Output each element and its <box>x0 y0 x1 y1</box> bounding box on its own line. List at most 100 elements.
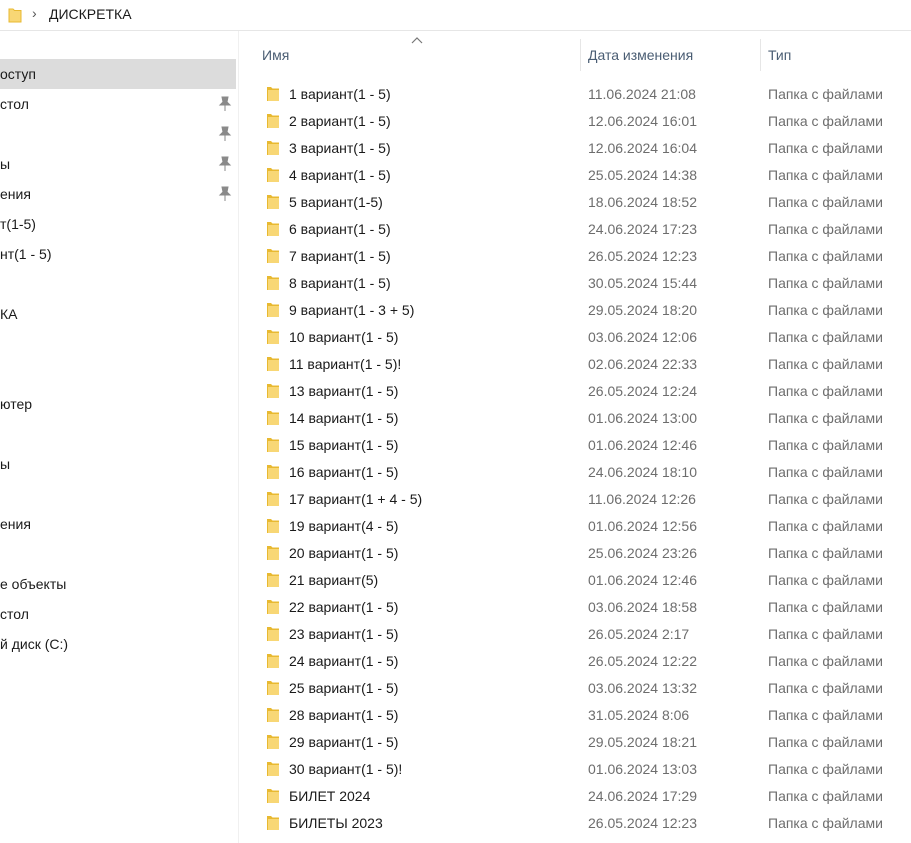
column-header-date[interactable]: Дата изменения <box>588 47 693 63</box>
file-type: Папка с файлами <box>768 653 883 669</box>
file-row[interactable]: 6 вариант(1 - 5) 24.06.2024 17:23 Папка с … <box>240 215 911 242</box>
file-date: 31.05.2024 8:06 <box>588 707 690 723</box>
nav-item[interactable]: е объекты <box>0 569 236 599</box>
file-row[interactable]: 24 вариант(1 - 5) 26.05.2024 12:22 Папка с… <box>240 647 911 674</box>
column-headers: Имя Дата изменения Тип <box>240 31 911 79</box>
file-row[interactable]: 16 вариант(1 - 5) 24.06.2024 18:10 Папка с… <box>240 458 911 485</box>
file-row[interactable]: 23 вариант(1 - 5) 26.05.2024 2:17 Папка с … <box>240 620 911 647</box>
file-row[interactable]: 13 вариант(1 - 5) 26.05.2024 12:24 Папка с… <box>240 377 911 404</box>
file-date: 24.06.2024 18:10 <box>588 464 697 480</box>
nav-item-label: стол <box>0 96 29 112</box>
file-name: 3 вариант(1 - 5) <box>289 140 391 156</box>
file-type: Папка с файлами <box>768 599 883 615</box>
folder-icon <box>267 627 279 641</box>
file-date: 12.06.2024 16:01 <box>588 113 697 129</box>
nav-item[interactable]: оступ <box>0 59 236 89</box>
column-header-type[interactable]: Тип <box>768 47 791 63</box>
nav-item[interactable]: т(1-5) <box>0 209 236 239</box>
file-type: Папка с файлами <box>768 734 883 750</box>
file-date: 26.05.2024 12:22 <box>588 653 697 669</box>
nav-item[interactable] <box>0 419 236 449</box>
folder-icon <box>267 519 279 533</box>
file-row[interactable]: 11 вариант(1 - 5)! 02.06.2024 22:33 Папка … <box>240 350 911 377</box>
file-row[interactable]: 22 вариант(1 - 5) 03.06.2024 18:58 Папка с… <box>240 593 911 620</box>
file-type: Папка с файлами <box>768 194 883 210</box>
folder-icon <box>267 789 279 803</box>
folder-icon <box>267 303 279 317</box>
nav-item[interactable] <box>0 359 236 389</box>
file-row[interactable]: 30 вариант(1 - 5)! 01.06.2024 13:03 Папка … <box>240 755 911 782</box>
file-row[interactable]: 2 вариант(1 - 5) 12.06.2024 16:01 Папка с … <box>240 107 911 134</box>
pin-icon <box>218 96 232 111</box>
pin-icon <box>218 126 232 141</box>
nav-item[interactable]: КА <box>0 299 236 329</box>
file-type: Папка с файлами <box>768 680 883 696</box>
folder-icon <box>267 600 279 614</box>
nav-item[interactable]: ы <box>0 149 236 179</box>
file-row[interactable]: 28 вариант(1 - 5) 31.05.2024 8:06 Папка с … <box>240 701 911 728</box>
file-row[interactable]: 10 вариант(1 - 5) 03.06.2024 12:06 Папка с… <box>240 323 911 350</box>
nav-item[interactable]: нт(1 - 5) <box>0 239 236 269</box>
folder-icon <box>267 195 279 209</box>
nav-item[interactable]: ения <box>0 179 236 209</box>
file-row[interactable]: 15 вариант(1 - 5) 01.06.2024 12:46 Папка с… <box>240 431 911 458</box>
file-row[interactable]: 4 вариант(1 - 5) 25.05.2024 14:38 Папка с … <box>240 161 911 188</box>
file-name: 23 вариант(1 - 5) <box>289 626 399 642</box>
file-row[interactable]: 5 вариант(1-5) 18.06.2024 18:52 Папка с фа… <box>240 188 911 215</box>
address-bar[interactable]: › ДИСКРЕТКА <box>0 0 911 31</box>
file-row[interactable]: 1 вариант(1 - 5) 11.06.2024 21:08 Папка с … <box>240 80 911 107</box>
file-name: 14 вариант(1 - 5) <box>289 410 399 426</box>
file-date: 01.06.2024 13:00 <box>588 410 697 426</box>
folder-icon <box>267 762 279 776</box>
chevron-right-icon[interactable]: › <box>32 5 37 21</box>
file-row[interactable]: 8 вариант(1 - 5) 30.05.2024 15:44 Папка с … <box>240 269 911 296</box>
nav-item[interactable]: ы <box>0 449 236 479</box>
nav-item[interactable]: стол <box>0 89 236 119</box>
folder-icon <box>267 492 279 506</box>
file-row[interactable]: 7 вариант(1 - 5) 26.05.2024 12:23 Папка с … <box>240 242 911 269</box>
column-header-name[interactable]: Имя <box>262 47 289 63</box>
file-date: 26.05.2024 12:24 <box>588 383 697 399</box>
file-name: 4 вариант(1 - 5) <box>289 167 391 183</box>
nav-item[interactable]: ютер <box>0 389 236 419</box>
file-name: БИЛЕТ 2024 <box>289 788 371 804</box>
nav-item[interactable] <box>0 269 236 299</box>
file-row[interactable]: 3 вариант(1 - 5) 12.06.2024 16:04 Папка с … <box>240 134 911 161</box>
pin-icon <box>218 186 232 201</box>
file-row[interactable]: 17 вариант(1 + 4 - 5) 11.06.2024 12:26 Пап… <box>240 485 911 512</box>
file-row[interactable]: 19 вариант(4 - 5) 01.06.2024 12:56 Папка с… <box>240 512 911 539</box>
file-row[interactable]: 14 вариант(1 - 5) 01.06.2024 13:00 Папка с… <box>240 404 911 431</box>
folder-icon <box>267 114 279 128</box>
file-type: Папка с файлами <box>768 464 883 480</box>
nav-item-label: ютер <box>0 396 33 412</box>
file-date: 26.05.2024 12:23 <box>588 248 697 264</box>
file-name: 6 вариант(1 - 5) <box>289 221 391 237</box>
column-divider[interactable] <box>760 39 761 71</box>
file-row[interactable]: 21 вариант(5) 01.06.2024 12:46 Папка с фай… <box>240 566 911 593</box>
file-type: Папка с файлами <box>768 248 883 264</box>
address-path[interactable]: ДИСКРЕТКА <box>49 6 132 22</box>
file-type: Папка с файлами <box>768 437 883 453</box>
nav-item[interactable] <box>0 329 236 359</box>
file-row[interactable]: 9 вариант(1 - 3 + 5) 29.05.2024 18:20 Папк… <box>240 296 911 323</box>
nav-item[interactable]: ения <box>0 509 236 539</box>
nav-item[interactable] <box>0 539 236 569</box>
file-row[interactable]: БИЛЕТ 2024 24.06.2024 17:29 Папка с файлам… <box>240 782 911 809</box>
file-name: 16 вариант(1 - 5) <box>289 464 399 480</box>
file-name: 8 вариант(1 - 5) <box>289 275 391 291</box>
nav-item[interactable] <box>0 479 236 509</box>
file-row[interactable]: 20 вариант(1 - 5) 25.06.2024 23:26 Папка с… <box>240 539 911 566</box>
folder-icon <box>267 357 279 371</box>
file-row[interactable]: 25 вариант(1 - 5) 03.06.2024 13:32 Папка с… <box>240 674 911 701</box>
nav-item[interactable]: стол <box>0 599 236 629</box>
nav-item[interactable]: й диск (C:) <box>0 629 236 659</box>
file-row[interactable]: БИЛЕТЫ 2023 26.05.2024 12:23 Папка с файла… <box>240 809 911 836</box>
file-date: 11.06.2024 21:08 <box>588 86 696 102</box>
file-row[interactable]: 29 вариант(1 - 5) 29.05.2024 18:21 Папка с… <box>240 728 911 755</box>
file-name: 19 вариант(4 - 5) <box>289 518 399 534</box>
nav-item[interactable] <box>0 119 236 149</box>
folder-icon <box>267 222 279 236</box>
column-divider[interactable] <box>580 39 581 71</box>
file-type: Папка с файлами <box>768 545 883 561</box>
file-name: 17 вариант(1 + 4 - 5) <box>289 491 423 507</box>
